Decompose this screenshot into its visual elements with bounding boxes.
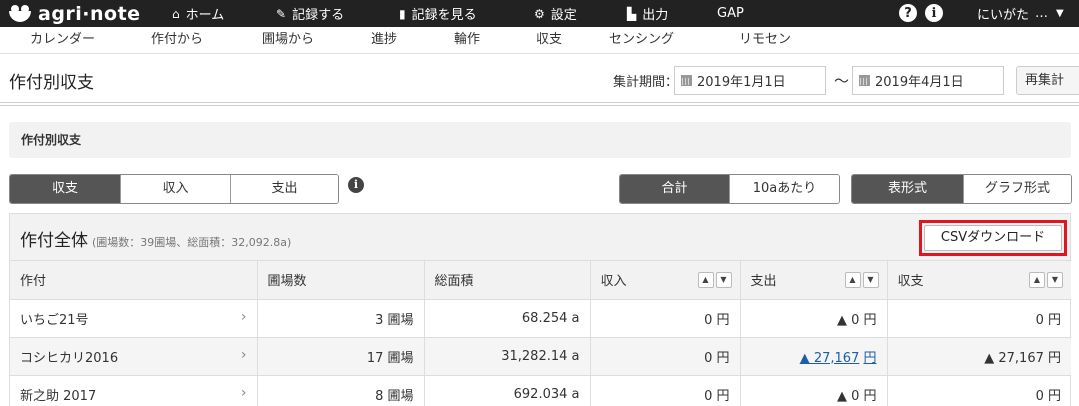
- type-expense-button[interactable]: 支出: [230, 175, 338, 203]
- nav-gap[interactable]: GAP: [717, 0, 744, 27]
- period-label: 集計期間：: [613, 75, 679, 90]
- user-ellipsis: …: [1035, 6, 1049, 21]
- subnav-by-crop[interactable]: 作付から: [151, 27, 203, 53]
- chevron-right-icon: ›: [240, 384, 247, 401]
- table-row[interactable]: 新之助 2017 › 8 圃場 692.034 a 0 円 ▲ 0 円 0 円: [10, 375, 1071, 406]
- page-title: 作付別収支: [9, 73, 94, 93]
- unit-toggle-group: 合計 10aあたり: [619, 174, 840, 204]
- recalculate-button[interactable]: 再集計: [1016, 66, 1079, 95]
- view-toggle-group: 表形式 グラフ形式: [851, 174, 1072, 204]
- sort-down-icon[interactable]: ▼: [862, 272, 879, 288]
- table-header-row: 作付 圃場数 総面積 収入 ▲ ▼ 支出 ▲ ▼ 収支 ▲ ▼: [10, 261, 1071, 300]
- crop-table: 作付 圃場数 総面積 収入 ▲ ▼ 支出 ▲ ▼ 収支 ▲ ▼ いちご21号 › 3 圃…: [10, 261, 1071, 406]
- col-crop: 作付: [10, 261, 258, 300]
- date-to-input[interactable]: 2019年4月1日: [852, 66, 1004, 95]
- subnav-remote-sensing[interactable]: リモセン: [739, 27, 791, 53]
- csv-highlight-box: CSVダウンロード: [919, 220, 1067, 256]
- chevron-right-icon: ›: [240, 346, 247, 363]
- date-range-separator: 〜: [834, 72, 850, 90]
- gear-icon: ⚙: [534, 6, 545, 21]
- logo[interactable]: agri·note: [0, 3, 164, 25]
- type-income-button[interactable]: 収入: [120, 175, 230, 203]
- top-navbar: agri·note ⌂ ホーム ✎ 記録する ▮ 記録を見る ⚙ 設定 ▙ 出力…: [0, 0, 1079, 27]
- table-row[interactable]: コシヒカリ2016 › 17 圃場 31,282.14 a 0 円 ▲ 27,16…: [10, 337, 1071, 376]
- sort-down-icon[interactable]: ▼: [1047, 272, 1063, 288]
- expense-unit-link[interactable]: 円: [863, 351, 876, 366]
- sort-up-icon[interactable]: ▲: [1029, 272, 1045, 288]
- type-balance-button[interactable]: 収支: [10, 175, 120, 203]
- type-toggle-group: 収支 収入 支出: [9, 174, 339, 204]
- nav-record[interactable]: ✎ 記録する: [276, 0, 344, 27]
- unit-total-button[interactable]: 合計: [620, 175, 729, 203]
- subnav-rotation[interactable]: 輪作: [454, 27, 480, 53]
- panel-title: 作付全体 (圃場数：39圃場、総面積：32,092.8a): [20, 231, 292, 251]
- calendar-icon: [859, 75, 870, 86]
- chevron-right-icon: ›: [240, 308, 247, 325]
- info-icon[interactable]: i: [925, 4, 943, 22]
- panel-header: 作付全体 (圃場数：39圃場、総面積：32,092.8a) CSVダウンロード: [10, 214, 1070, 261]
- logo-text: agri·note: [38, 2, 141, 25]
- col-income: 収入 ▲ ▼: [590, 261, 741, 300]
- header-divider: [0, 102, 1079, 106]
- col-balance: 収支 ▲ ▼: [887, 261, 1071, 300]
- nav-view-records[interactable]: ▮ 記録を見る: [399, 0, 477, 27]
- csv-download-button[interactable]: CSVダウンロード: [924, 225, 1062, 251]
- expense-detail-link[interactable]: ▲ 27,167: [800, 351, 860, 366]
- nav-home[interactable]: ⌂ ホーム: [172, 0, 224, 27]
- col-fields: 圃場数: [257, 261, 425, 300]
- chevron-down-icon: ▼: [1056, 8, 1064, 19]
- crop-summary-panel: 作付全体 (圃場数：39圃場、総面積：32,092.8a) CSVダウンロード 作…: [9, 213, 1071, 406]
- panel-subtitle: (圃場数：39圃場、総面積：32,092.8a): [92, 236, 292, 249]
- info-icon[interactable]: i: [348, 177, 364, 193]
- view-table-button[interactable]: 表形式: [852, 175, 963, 203]
- subnav-sensing[interactable]: センシング: [609, 27, 674, 53]
- sort-up-icon[interactable]: ▲: [697, 272, 714, 288]
- nav-settings[interactable]: ⚙ 設定: [534, 0, 577, 27]
- subnav-balance[interactable]: 収支: [536, 27, 562, 53]
- pencil-icon: ✎: [276, 6, 287, 21]
- file-icon: ▙: [627, 6, 637, 21]
- subnav-by-field[interactable]: 圃場から: [262, 27, 314, 53]
- date-from-input[interactable]: 2019年1月1日: [674, 66, 826, 95]
- help-icon[interactable]: ?: [899, 4, 917, 22]
- subnav-progress[interactable]: 進捗: [371, 27, 397, 53]
- user-name: にいがた: [977, 8, 1030, 23]
- home-icon: ⌂: [172, 6, 180, 21]
- calendar-icon: [681, 75, 692, 86]
- view-graph-button[interactable]: グラフ形式: [963, 175, 1071, 203]
- book-icon: ▮: [399, 6, 406, 21]
- unit-per-10a-button[interactable]: 10aあたり: [729, 175, 839, 203]
- user-menu[interactable]: にいがた … ▼: [977, 0, 1064, 27]
- section-title: 作付別収支: [9, 122, 1071, 158]
- sort-down-icon[interactable]: ▼: [715, 272, 732, 288]
- col-area: 総面積: [424, 261, 591, 300]
- table-row[interactable]: いちご21号 › 3 圃場 68.254 a 0 円 ▲ 0 円 0 円: [10, 299, 1071, 338]
- subnav-calendar[interactable]: カレンダー: [30, 27, 95, 53]
- col-expense: 支出 ▲ ▼: [740, 261, 888, 300]
- nav-output[interactable]: ▙ 出力: [627, 0, 668, 27]
- sort-up-icon[interactable]: ▲: [844, 272, 861, 288]
- frog-logo-icon: [8, 4, 34, 23]
- sub-navbar: カレンダー 作付から 圃場から 進捗 輪作 収支 センシング リモセン: [0, 27, 1079, 54]
